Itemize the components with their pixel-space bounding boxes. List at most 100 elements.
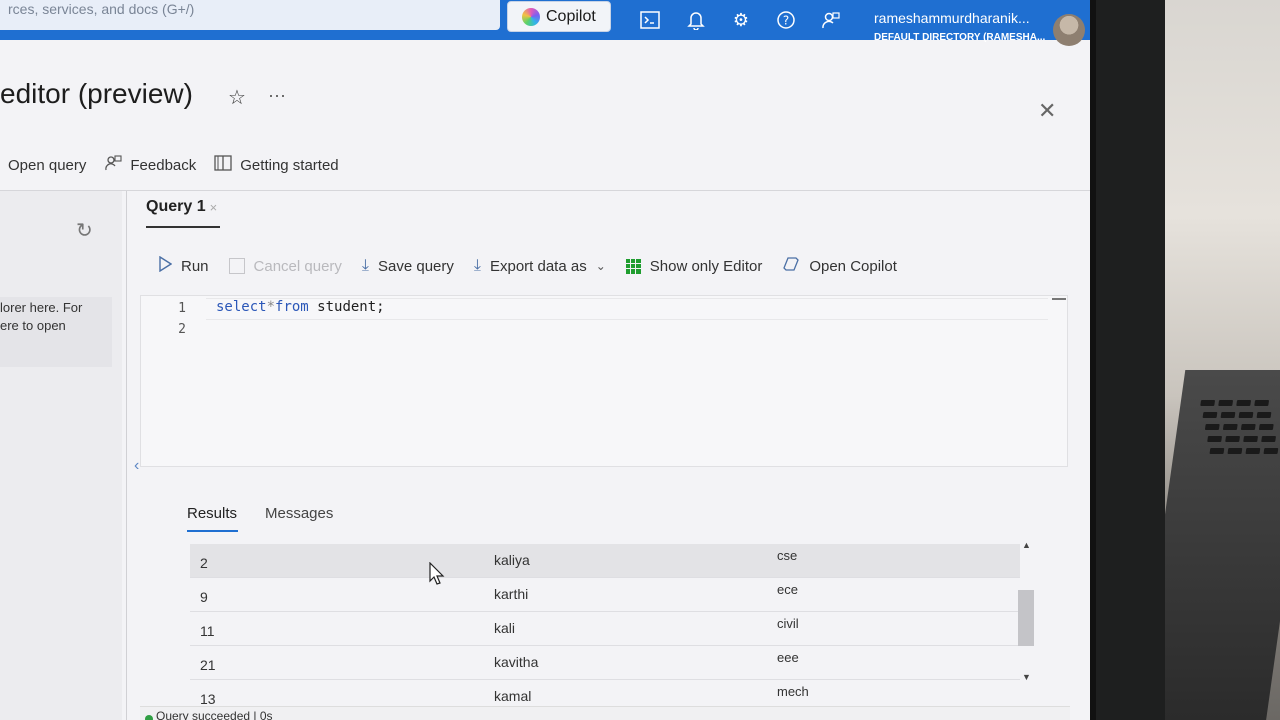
show-only-editor-button[interactable]: Show only Editor [625,257,763,275]
copilot-outline-icon [782,256,800,277]
status-text: Query succeeded | 0s [156,709,273,720]
play-icon [158,255,173,276]
copilot-icon [522,7,540,26]
explorer-hint: lorer here. For ere to open [0,297,112,367]
cell-dept: eee [777,650,799,665]
download-arrow-icon: ⤓ [361,257,369,274]
cell-name: karthi [494,586,529,602]
cell-name: kali [494,620,516,636]
cell-name: kaliya [494,552,530,568]
tab-query-1[interactable]: Query 1 × [146,198,217,216]
cell-dept: mech [777,684,809,699]
query-tab-label: Query 1 [146,198,206,215]
cell-name: kavitha [494,654,539,670]
cancel-query-label: Cancel query [253,257,342,275]
save-query-button[interactable]: ⤓ Save query [362,257,454,275]
tab-messages[interactable]: Messages [265,505,333,522]
book-icon [214,154,232,177]
feedback-person-icon[interactable] [819,8,843,32]
global-search-input[interactable]: rces, services, and docs (G+/) [0,0,500,30]
status-bar: Query succeeded | 0s [140,706,1070,720]
cell-id: 13 [200,691,216,707]
cell-id: 21 [200,657,216,673]
cell-id: 11 [200,623,215,639]
settings-gear-icon[interactable]: ⚙ [729,8,753,32]
tab-results[interactable]: Results [187,505,237,522]
table-row[interactable]: 9 karthi ece [190,578,1020,612]
feedback-icon [104,154,122,177]
help-icon[interactable]: ? [774,8,798,32]
minimap-indicator [1052,298,1066,300]
explorer-hint-line-1: lorer here. For [0,300,83,315]
code-line-1[interactable]: select*from student; [216,299,385,315]
show-only-editor-label: Show only Editor [649,257,763,275]
account-directory[interactable]: DEFAULT DIRECTORY (RAMESHA... [874,32,1046,43]
sql-keyword-from: from [275,299,309,315]
monitor-bezel [1088,0,1165,720]
table-row[interactable]: 21 kavitha eee [190,646,1020,680]
notifications-bell-icon[interactable] [684,8,708,32]
favorite-star-icon[interactable]: ☆ [228,85,246,110]
command-bar: Open query Feedback Getting started [0,150,339,180]
cell-id: 2 [200,555,208,571]
export-data-label: Export data as [489,257,587,275]
sql-operator: * [266,299,276,315]
getting-started-button[interactable]: Getting started [214,154,339,177]
table-row[interactable]: 11 kali civil [190,612,1020,646]
getting-started-label: Getting started [240,156,339,174]
scroll-down-icon[interactable]: ▼ [1022,672,1031,682]
export-data-dropdown[interactable]: ⤓ Export data as ⌄ [474,257,606,275]
success-status-icon [145,715,153,720]
scroll-thumb[interactable] [1018,590,1034,646]
pane-divider[interactable] [126,191,127,720]
object-explorer-pane [0,191,122,720]
chevron-down-icon: ⌄ [595,259,606,273]
table-row[interactable]: 2 kaliya cse [190,544,1020,578]
export-arrow-icon: ⤓ [473,257,481,274]
explorer-hint-line-2: ere to open [0,318,66,333]
run-label: Run [181,257,209,275]
save-query-label: Save query [378,257,454,275]
screen: rces, services, and docs (G+/) Copilot ⚙… [0,0,1090,720]
portal-topbar: rces, services, and docs (G+/) Copilot ⚙… [0,0,1090,46]
code-editor[interactable] [140,295,1068,467]
open-copilot-label: Open Copilot [809,257,897,275]
stop-icon [228,258,245,274]
cell-id: 9 [200,589,208,605]
feedback-label: Feedback [130,156,197,174]
copilot-label: Copilot [546,7,596,25]
grid-icon [625,258,641,274]
account-name[interactable]: rameshammurdharanik... [874,10,1046,26]
refresh-icon[interactable]: ↻ [76,218,93,243]
active-tab-indicator [146,226,220,228]
user-avatar[interactable] [1053,14,1085,46]
more-options-icon[interactable]: ··· [268,85,286,106]
tab-close-icon[interactable]: × [210,200,218,215]
sql-keyword-select: select [216,299,267,315]
copilot-button[interactable]: Copilot [507,1,611,32]
close-icon[interactable]: ✕ [1038,98,1056,124]
cancel-query-button[interactable]: Cancel query [228,257,342,275]
sql-table-name: student; [308,299,385,315]
run-button[interactable]: Run [158,255,209,276]
cloud-shell-icon[interactable] [638,8,662,32]
collapse-explorer-chevron-icon[interactable]: ‹ [134,457,139,475]
open-query-label: Open query [8,156,87,174]
line-number: 1 [178,301,186,316]
page-title: editor (preview) [0,78,193,109]
svg-text:?: ? [783,14,789,28]
results-grid: 2 kaliya cse 9 karthi ece 11 kali civil … [190,544,1020,714]
results-scrollbar[interactable]: ▲ ▼ [1018,540,1036,686]
cell-dept: civil [777,616,799,631]
scroll-up-icon[interactable]: ▲ [1022,540,1031,550]
cell-dept: cse [777,548,798,563]
line-number: 2 [178,322,186,337]
command-bar-divider [0,190,1090,191]
editor-toolbar: Run Cancel query ⤓ Save query ⤓ Export d… [158,254,897,278]
open-copilot-button[interactable]: Open Copilot [782,256,897,277]
cell-dept: ece [777,582,798,597]
active-results-tab-indicator [187,530,238,532]
feedback-button[interactable]: Feedback [104,154,196,177]
open-query-button[interactable]: Open query [8,157,86,174]
mouse-cursor-icon [428,561,446,591]
